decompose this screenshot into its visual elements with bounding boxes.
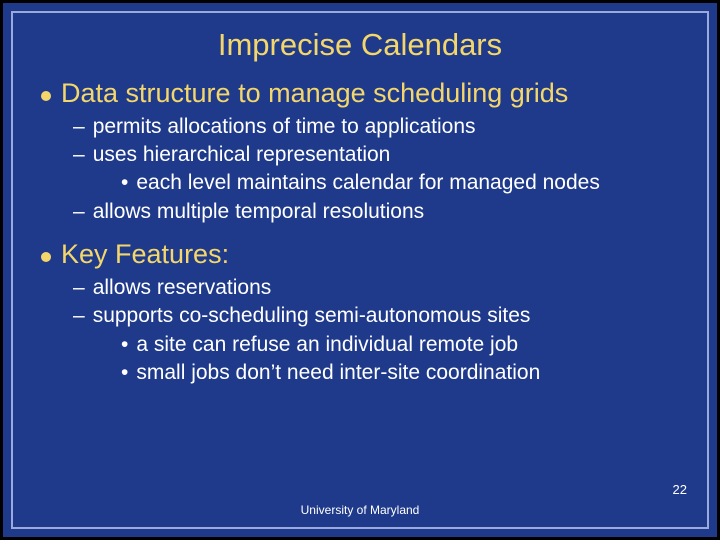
sub-sub-text: a site can refuse an individual remote j…	[136, 331, 518, 359]
sub-item: – permits allocations of time to applica…	[73, 113, 679, 141]
sub-text: allows reservations	[93, 274, 272, 302]
dot-icon: •	[121, 359, 128, 387]
bullet-item: Key Features:	[41, 238, 679, 272]
page-number: 22	[673, 482, 687, 497]
sub-item: – allows multiple temporal resolutions	[73, 198, 679, 226]
dash-icon: –	[73, 302, 85, 330]
dot-icon: •	[121, 169, 128, 197]
sub-sub-text: each level maintains calendar for manage…	[136, 169, 599, 197]
footer-text: University of Maryland	[13, 503, 707, 517]
sub-item: – supports co-scheduling semi-autonomous…	[73, 302, 679, 330]
dash-icon: –	[73, 198, 85, 226]
sub-text: uses hierarchical representation	[93, 141, 391, 169]
dot-icon: •	[121, 331, 128, 359]
sub-list: – allows reservations – supports co-sche…	[73, 274, 679, 387]
dash-icon: –	[73, 113, 85, 141]
bullet-item: Data structure to manage scheduling grid…	[41, 77, 679, 111]
sub-sub-item: • each level maintains calendar for mana…	[121, 169, 679, 197]
sub-item: – allows reservations	[73, 274, 679, 302]
slide-inner: Imprecise Calendars Data structure to ma…	[11, 11, 709, 529]
slide-content: Data structure to manage scheduling grid…	[41, 77, 679, 387]
dash-icon: –	[73, 141, 85, 169]
dash-icon: –	[73, 274, 85, 302]
bullet-text: Key Features:	[61, 238, 229, 272]
sub-sub-item: • a site can refuse an individual remote…	[121, 331, 679, 359]
sub-item: – uses hierarchical representation	[73, 141, 679, 169]
sub-sub-text: small jobs don’t need inter-site coordin…	[136, 359, 540, 387]
bullet-icon	[41, 91, 51, 101]
sub-text: supports co-scheduling semi-autonomous s…	[93, 302, 531, 330]
sub-sub-item: • small jobs don’t need inter-site coord…	[121, 359, 679, 387]
slide-title: Imprecise Calendars	[41, 27, 679, 63]
slide: Imprecise Calendars Data structure to ma…	[0, 0, 720, 540]
sub-text: permits allocations of time to applicati…	[93, 113, 476, 141]
sub-text: allows multiple temporal resolutions	[93, 198, 424, 226]
bullet-icon	[41, 252, 51, 262]
sub-list: – permits allocations of time to applica…	[73, 113, 679, 226]
bullet-text: Data structure to manage scheduling grid…	[61, 77, 568, 111]
